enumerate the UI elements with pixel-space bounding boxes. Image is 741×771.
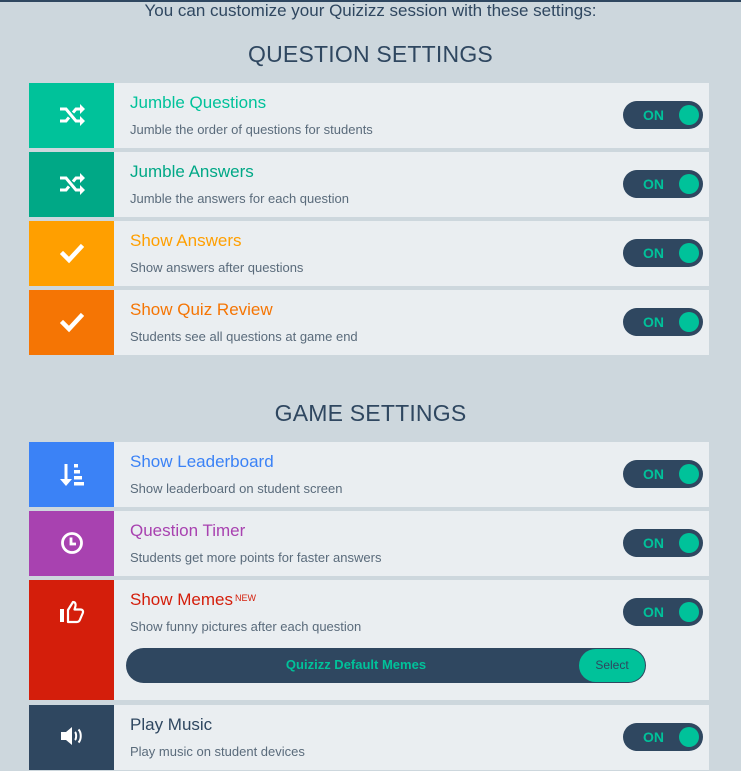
toggle-knob [679,464,699,484]
setting-title: Show Memes NEW [130,589,256,611]
setting-icon-box [29,290,114,355]
setting-title-text: Show Memes [130,590,233,609]
toggle-label: ON [643,535,664,551]
setting-description: Students see all questions at game end [130,329,358,344]
setting-title: Show Answers [130,231,242,250]
setting-title: Jumble Answers [130,162,254,181]
setting-title: Jumble Questions [130,93,267,112]
setting-icon-box [29,511,114,576]
check-icon [59,310,84,334]
toggle-knob [679,727,699,747]
toggle-knob [679,533,699,553]
setting-title: Question Timer [130,521,246,540]
toggle-label: ON [643,176,664,192]
play-music-toggle[interactable]: ON [623,723,703,751]
toggle-label: ON [643,604,664,620]
setting-description: Play music on student devices [130,744,305,759]
setting-icon-box [29,221,114,286]
setting-description: Show leaderboard on student screen [130,481,343,496]
shuffle-icon [58,172,86,196]
toggle-label: ON [643,314,664,330]
setting-icon-box [29,580,114,700]
check-icon [59,241,84,265]
setting-description: Students get more points for faster answ… [130,550,382,565]
setting-question-timer: Question Timer Students get more points … [29,511,709,576]
show-memes-toggle[interactable]: ON [623,598,703,626]
intro-text: You can customize your Quizizz session w… [144,1,597,20]
question-settings-heading: QUESTION SETTINGS [248,41,493,67]
setting-description: Show funny pictures after each question [130,619,362,634]
jumble-answers-toggle[interactable]: ON [623,170,703,198]
thumbs-up-icon [59,600,85,624]
setting-title: Show Quiz Review [130,300,273,319]
setting-icon-box [29,442,114,507]
setting-description: Jumble the answers for each question [130,191,349,206]
toggle-label: ON [643,729,664,745]
setting-description: Show answers after questions [130,260,304,275]
toggle-knob [679,312,699,332]
game-settings-heading: GAME SETTINGS [274,400,467,426]
setting-show-quiz-review: Show Quiz Review Students see all questi… [29,290,709,355]
meme-set-selector[interactable]: Quizizz Default Memes Select [126,648,646,683]
show-answers-toggle[interactable]: ON [623,239,703,267]
toggle-label: ON [643,107,664,123]
toggle-label: ON [643,245,664,261]
setting-show-leaderboard: Show Leaderboard Show leaderboard on stu… [29,442,709,507]
toggle-knob [679,602,699,622]
setting-icon-box [29,83,114,148]
toggle-knob [679,105,699,125]
jumble-questions-toggle[interactable]: ON [623,101,703,129]
select-memes-button[interactable]: Select [579,649,645,682]
setting-title: Play Music [130,715,213,734]
leaderboard-sort-icon [59,462,85,488]
setting-show-memes: Show Memes NEW Show funny pictures after … [29,580,709,700]
new-badge: NEW [234,593,256,603]
setting-description: Jumble the order of questions for studen… [130,122,373,137]
setting-play-music: Play Music Play music on student devices… [29,705,709,770]
setting-icon-box [29,152,114,217]
meme-set-name: Quizizz Default Memes [285,657,427,672]
show-leaderboard-toggle[interactable]: ON [623,460,703,488]
toggle-knob [679,174,699,194]
clock-icon [60,531,84,555]
setting-title: Show Leaderboard [130,452,274,471]
show-quiz-review-toggle[interactable]: ON [623,308,703,336]
toggle-knob [679,243,699,263]
shuffle-icon [58,103,86,127]
setting-jumble-questions: Jumble Questions Jumble the order of que… [29,83,709,148]
setting-show-answers: Show Answers Show answers after question… [29,221,709,286]
setting-jumble-answers: Jumble Answers Jumble the answers for ea… [29,152,709,217]
setting-icon-box [29,705,114,770]
speaker-icon [59,725,85,747]
toggle-label: ON [643,466,664,482]
question-timer-toggle[interactable]: ON [623,529,703,557]
